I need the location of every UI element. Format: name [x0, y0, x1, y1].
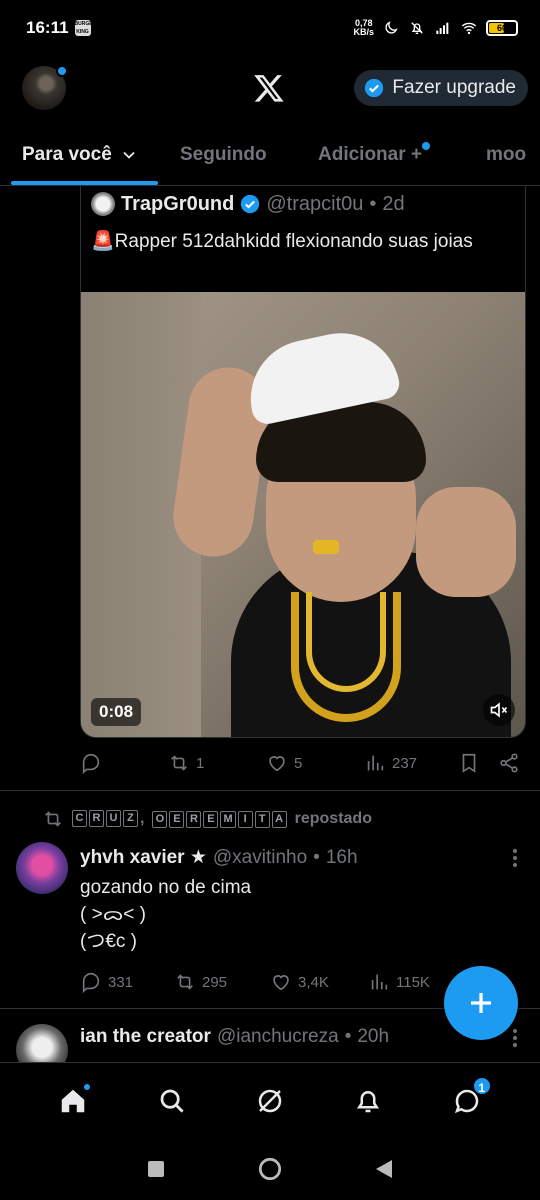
nav-notifications[interactable] [351, 1084, 385, 1118]
status-bar: 16:11 BURGER KING 0,78 KB/s 60 [0, 0, 540, 56]
repost-icon [45, 811, 61, 827]
square-icon [148, 1161, 164, 1177]
compose-button[interactable] [444, 966, 518, 1040]
repost-banner[interactable]: CRUZ, OEREMITA repostado [42, 808, 372, 830]
repost-icon [171, 755, 187, 771]
share-button[interactable] [498, 752, 520, 774]
grok-icon [258, 1089, 282, 1112]
back-button[interactable] [372, 1157, 396, 1181]
views-button[interactable]: 237 [364, 752, 458, 774]
quoted-author-avatar[interactable] [91, 192, 115, 216]
home-button[interactable] [258, 1157, 282, 1181]
nav-home[interactable] [56, 1081, 93, 1118]
bell-off-icon [411, 22, 423, 34]
bookmark-icon [462, 753, 476, 773]
author-name[interactable]: ian the creator [80, 1026, 211, 1048]
bookmark-button[interactable] [458, 752, 498, 774]
system-nav [0, 1138, 540, 1200]
views-icon [371, 974, 388, 990]
reply-icon [82, 972, 100, 993]
network-speed: 0,78 KB/s [353, 18, 374, 37]
top-bar: Fazer upgrade [0, 62, 540, 114]
quoted-post-card[interactable]: TrapGr0und @trapcit0u • 2d 🚨Rapper 512da… [80, 186, 526, 738]
new-indicator-dot [422, 142, 430, 150]
reposter-name: CRUZ, [72, 810, 144, 828]
burger-king-notification-icon: BURGER KING [74, 20, 97, 36]
post-time: 16h [325, 846, 358, 868]
back-triangle-icon [376, 1160, 392, 1178]
tab-add[interactable]: Adicionar + [318, 142, 430, 166]
battery-indicator: 60 [486, 20, 518, 36]
notification-dot [56, 65, 68, 77]
heart-icon [273, 975, 289, 991]
more-options-icon[interactable] [512, 848, 518, 868]
messages-badge: 1 [471, 1075, 492, 1096]
tab-moo[interactable]: moo [486, 144, 526, 166]
signal-icon [436, 22, 449, 34]
bottom-nav: 1 [0, 1062, 540, 1138]
circle-icon [258, 1157, 282, 1181]
profile-avatar[interactable] [22, 65, 68, 110]
nav-grok[interactable] [253, 1084, 287, 1118]
reply-button[interactable] [80, 752, 168, 774]
author-handle: @ianchucreza [216, 1026, 339, 1047]
upgrade-button[interactable]: Fazer upgrade [354, 70, 528, 106]
heart-icon [269, 756, 285, 772]
mute-button[interactable] [483, 694, 515, 726]
recent-apps-button[interactable] [144, 1157, 168, 1181]
verified-badge-icon [241, 194, 260, 214]
moon-icon [385, 21, 398, 34]
tab-following[interactable]: Seguindo [180, 144, 267, 166]
post-header: ian the creator @ianchucreza • 20h [80, 1026, 390, 1048]
x-logo-icon [254, 75, 284, 102]
active-tab-indicator [11, 181, 158, 185]
like-button[interactable]: 3,4K [270, 971, 368, 993]
quoted-post-text: 🚨Rapper 512dahkidd flexionando suas joia… [91, 231, 473, 252]
video-player[interactable]: 0:08 [81, 292, 525, 737]
reply-icon [82, 753, 100, 774]
speaker-muted-icon [490, 702, 508, 718]
repost-button[interactable]: 295 [174, 971, 270, 993]
wifi-icon [461, 22, 477, 35]
author-name[interactable]: yhvh xavier ★ [80, 846, 207, 869]
verified-badge-icon [365, 78, 384, 98]
chevron-down-icon [123, 151, 135, 159]
repost-icon [177, 974, 193, 990]
more-options-icon[interactable] [512, 1028, 518, 1048]
quoted-post-time: 2d [382, 192, 405, 215]
author-avatar[interactable] [16, 842, 68, 894]
views-icon [367, 755, 384, 771]
post-time: 20h [357, 1026, 390, 1047]
quoted-author-handle: @trapcit0u [266, 192, 364, 215]
nav-messages[interactable]: 1 [450, 1075, 492, 1118]
notification-dot [82, 1081, 93, 1092]
bell-icon [357, 1090, 380, 1112]
repost-suffix: repostado [294, 810, 372, 827]
feed-tabs: Para você Seguindo Adicionar + moo [0, 130, 540, 186]
post-header: yhvh xavier ★ @xavitinho • 16h [80, 846, 358, 869]
quoted-author-name[interactable]: TrapGr0und [121, 193, 234, 216]
tab-for-you[interactable]: Para você [22, 144, 135, 166]
reposter-name-2: OEREMITA [152, 810, 287, 828]
reply-button[interactable]: 331 [80, 971, 174, 993]
search-icon [160, 1089, 184, 1113]
nav-search[interactable] [155, 1084, 189, 1118]
video-timecode: 0:08 [91, 698, 142, 726]
author-handle: @xavitinho [212, 846, 308, 868]
repost-button[interactable]: 1 [168, 752, 266, 774]
upgrade-label: Fazer upgrade [392, 77, 516, 98]
status-time: 16:11 [26, 18, 69, 37]
like-button[interactable]: 5 [266, 752, 364, 774]
post-actions: 1 5 237 [80, 748, 526, 778]
quoted-post-header: TrapGr0und @trapcit0u • 2d [91, 192, 405, 216]
divider [0, 790, 540, 791]
plus-icon [471, 993, 491, 1013]
post-text: gozando no de cima ( >ᯅ< ) (つ€c ) [80, 877, 252, 952]
share-icon [500, 753, 518, 773]
